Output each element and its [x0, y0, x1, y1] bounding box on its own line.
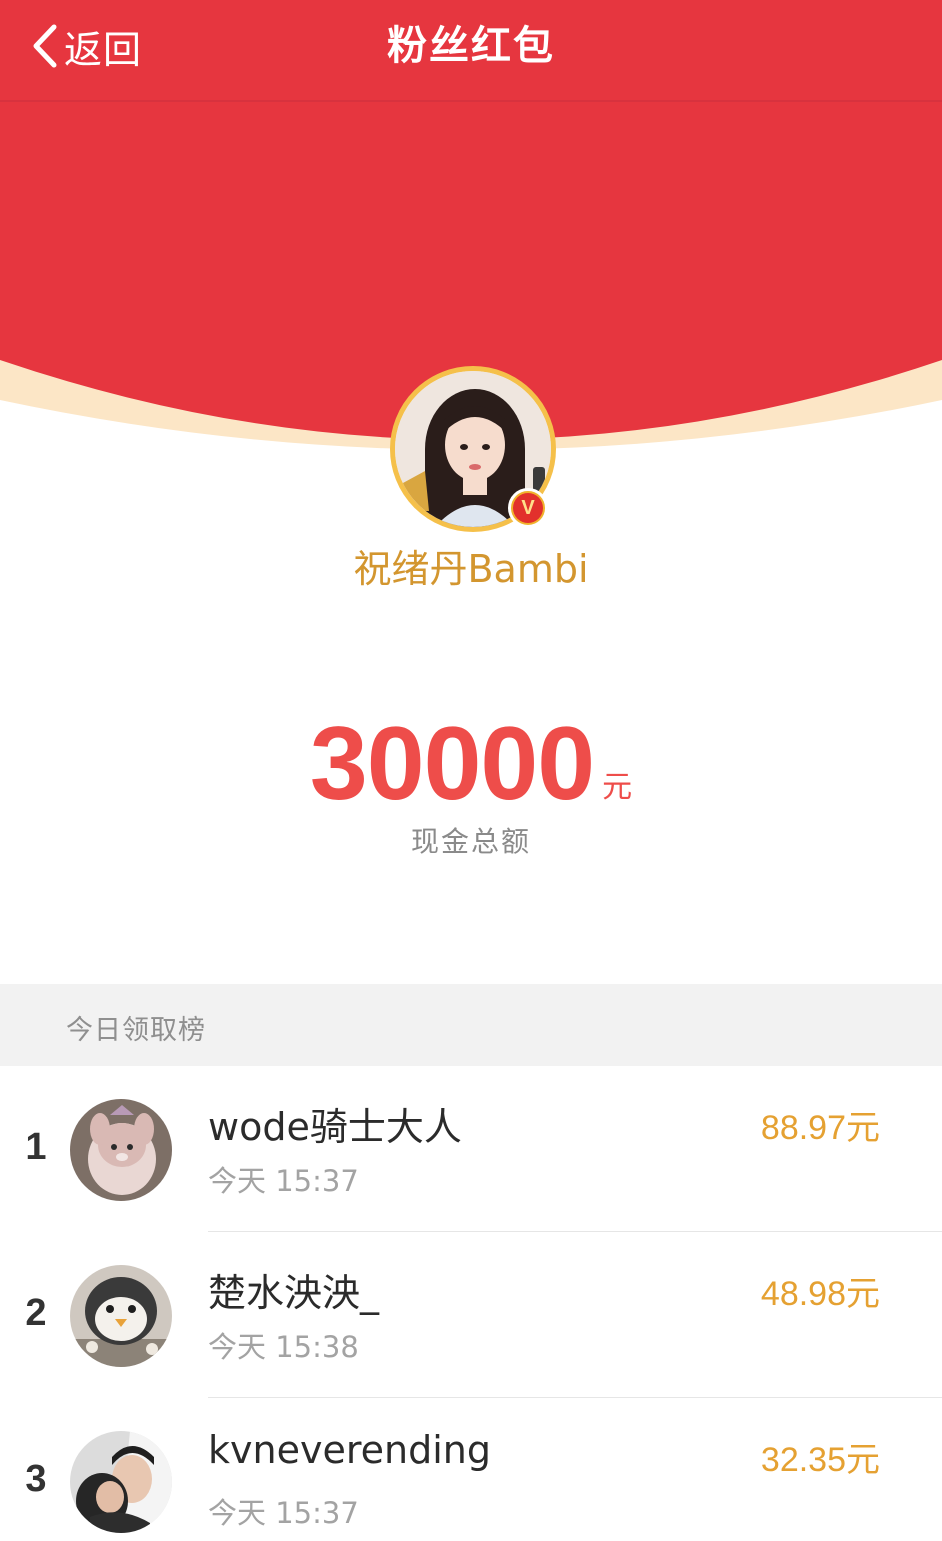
user-avatar[interactable]: [70, 1099, 172, 1201]
host-avatar-wrapper[interactable]: V: [390, 366, 556, 532]
user-name[interactable]: wode骑士大人: [208, 1096, 462, 1151]
host-name[interactable]: 祝绪丹Bambi: [0, 538, 942, 593]
navigation-bar: 返回 粉丝红包: [0, 0, 942, 100]
leaderboard-row[interactable]: 3 kvneverending 今天 15:37 32.35元: [0, 1398, 942, 1541]
leaderboard-row[interactable]: 2 楚水泱泱_ 今天 15:38 48.98元: [0, 1232, 942, 1398]
claim-time: 今天 15:37: [208, 1496, 359, 1530]
claim-time: 今天 15:38: [208, 1330, 359, 1364]
claim-amount: 48.98元: [760, 1275, 880, 1313]
total-amount: 30000: [309, 706, 595, 822]
user-avatar[interactable]: [70, 1265, 172, 1367]
nav-divider: [0, 100, 942, 102]
verified-v-icon: V: [508, 488, 548, 528]
leaderboard-title: 今日领取榜: [66, 1015, 206, 1046]
leaderboard-header: 今日领取榜: [0, 984, 942, 1066]
total-amount-caption: 现金总额: [410, 825, 531, 858]
user-name[interactable]: kvneverending: [208, 1428, 491, 1472]
user-avatar[interactable]: [70, 1431, 172, 1533]
total-amount-row: 30000 元: [0, 712, 942, 816]
total-amount-unit: 元: [602, 770, 633, 805]
rank-number: 3: [25, 1458, 47, 1500]
leaderboard-list: 1 wode骑士大人 今天 15:37 88.97元 2 楚水泱泱_ 今天 15…: [0, 1066, 942, 1541]
user-name[interactable]: 楚水泱泱_: [208, 1262, 379, 1317]
page-title: 粉丝红包: [387, 23, 555, 69]
rank-number: 1: [25, 1126, 47, 1168]
claim-time: 今天 15:37: [208, 1164, 359, 1198]
leaderboard-row[interactable]: 1 wode骑士大人 今天 15:37 88.97元: [0, 1066, 942, 1232]
rank-number: 2: [25, 1292, 47, 1334]
claim-amount: 32.35元: [760, 1441, 880, 1479]
claim-amount: 88.97元: [760, 1109, 880, 1147]
